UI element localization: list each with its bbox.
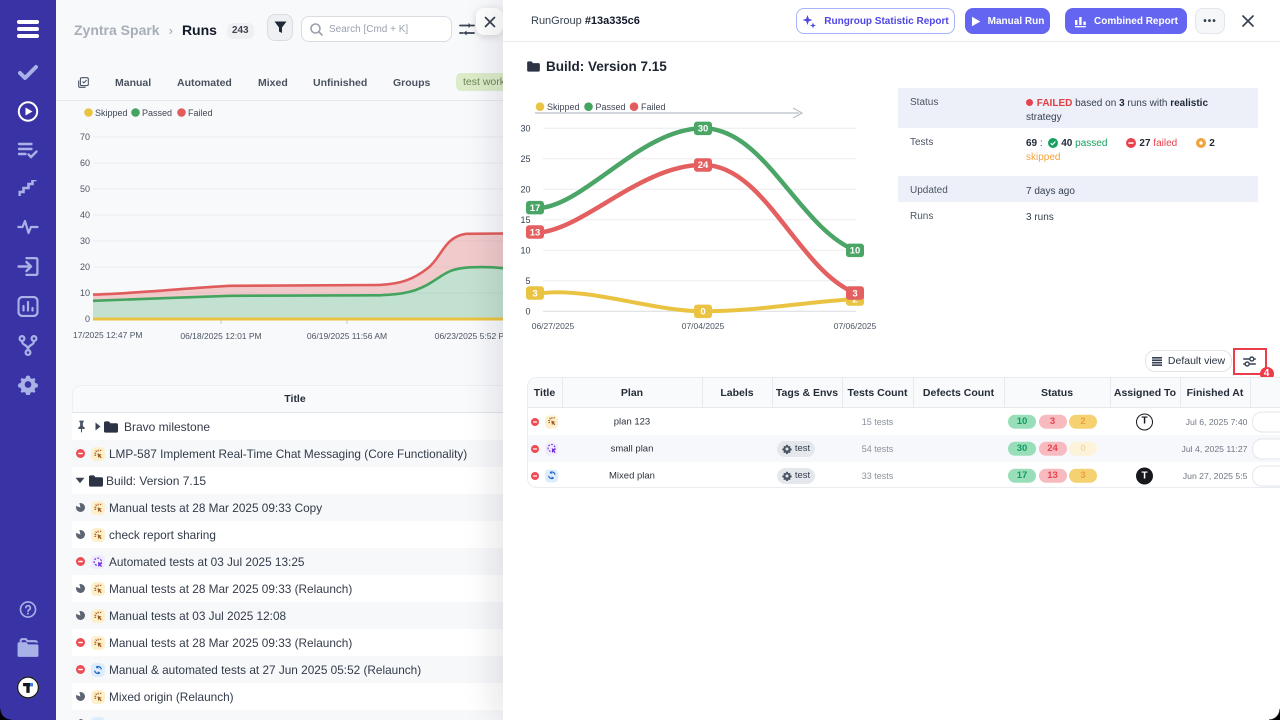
svg-text:Passed: Passed [142,108,172,118]
svg-text:30: 30 [520,124,530,134]
svg-text:20: 20 [80,262,90,272]
svg-text:06/18/2025 12:01 PM: 06/18/2025 12:01 PM [180,331,261,341]
svg-text:10: 10 [850,246,861,257]
svg-text:06/23/2025 5:52 PM: 06/23/2025 5:52 PM [435,331,503,341]
svg-text:0: 0 [85,314,90,324]
svg-text:Failed: Failed [188,108,213,118]
svg-text:Passed: Passed [596,102,626,112]
svg-text:50: 50 [80,184,90,194]
svg-text:06/27/2025: 06/27/2025 [532,321,575,331]
svg-text:15: 15 [520,215,530,225]
svg-text:3: 3 [852,288,857,299]
svg-text:70: 70 [80,132,90,142]
svg-text:17/2025 12:47 PM: 17/2025 12:47 PM [73,330,142,340]
svg-text:10: 10 [520,246,530,256]
svg-text:25: 25 [520,154,530,164]
svg-text:Skipped: Skipped [547,102,580,112]
svg-text:10: 10 [80,288,90,298]
svg-text:07/04/2025: 07/04/2025 [682,321,725,331]
svg-text:Skipped: Skipped [95,108,128,118]
svg-text:17: 17 [530,203,541,214]
svg-text:13: 13 [530,227,541,238]
svg-text:24: 24 [698,160,709,171]
svg-text:0: 0 [525,307,530,317]
svg-text:20: 20 [520,185,530,195]
svg-text:30: 30 [698,124,709,135]
svg-text:60: 60 [80,158,90,168]
svg-text:3: 3 [532,288,537,299]
svg-text:40: 40 [80,210,90,220]
svg-text:0: 0 [700,307,705,318]
svg-text:Failed: Failed [641,102,666,112]
svg-text:07/06/2025: 07/06/2025 [834,321,877,331]
svg-text:30: 30 [80,236,90,246]
svg-text:06/19/2025 11:56 AM: 06/19/2025 11:56 AM [307,331,387,341]
svg-text:5: 5 [525,276,530,286]
